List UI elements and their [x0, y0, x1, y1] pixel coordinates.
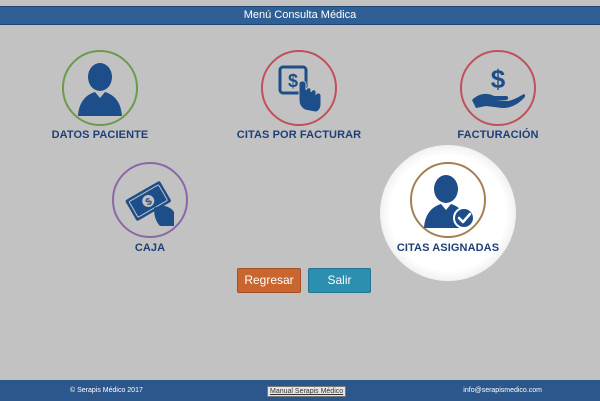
svg-text:$: $ — [491, 64, 506, 94]
citas-por-facturar-ring: $ — [261, 50, 337, 126]
caja-label: CAJA — [134, 242, 166, 254]
manual-link[interactable]: Manual Serapis Médico — [267, 386, 347, 397]
cash-icon: $ — [125, 181, 174, 226]
caja-tile[interactable]: $ CAJA — [60, 162, 240, 260]
facturacion-label: FACTURACIÓN — [457, 129, 539, 141]
datos-paciente-tile[interactable]: DATOS PACIENTE — [10, 50, 190, 145]
svg-text:$: $ — [288, 71, 298, 91]
person-check-icon — [424, 175, 475, 229]
facturacion-ring: $ — [460, 50, 536, 126]
facturacion-tile[interactable]: $ FACTURACIÓN — [408, 50, 588, 145]
citas-por-facturar-tile[interactable]: $ CITAS POR FACTURAR — [209, 50, 389, 145]
citas-asignadas-label: CITAS ASIGNADAS — [396, 242, 500, 254]
datos-paciente-ring — [62, 50, 138, 126]
person-icon — [78, 63, 122, 116]
email-link[interactable]: info@serapismedico.com — [463, 380, 542, 401]
money-hand-icon: $ — [472, 64, 526, 108]
citas-asignadas-ring — [410, 162, 486, 238]
citas-asignadas-tile[interactable]: CITAS ASIGNADAS — [358, 162, 538, 260]
regresar-button[interactable]: Regresar — [237, 268, 301, 293]
footer: © Serapis Médico 2017 Manual Serapis Méd… — [0, 380, 600, 401]
datos-paciente-label: DATOS PACIENTE — [51, 129, 149, 141]
salir-button[interactable]: Salir — [308, 268, 371, 293]
citas-por-facturar-label: CITAS POR FACTURAR — [236, 129, 362, 141]
caja-ring: $ — [112, 162, 188, 238]
dollar-hand-icon: $ — [278, 65, 322, 113]
page-title: Menú Consulta Médica — [0, 6, 600, 25]
copyright-text: © Serapis Médico 2017 — [70, 387, 143, 394]
